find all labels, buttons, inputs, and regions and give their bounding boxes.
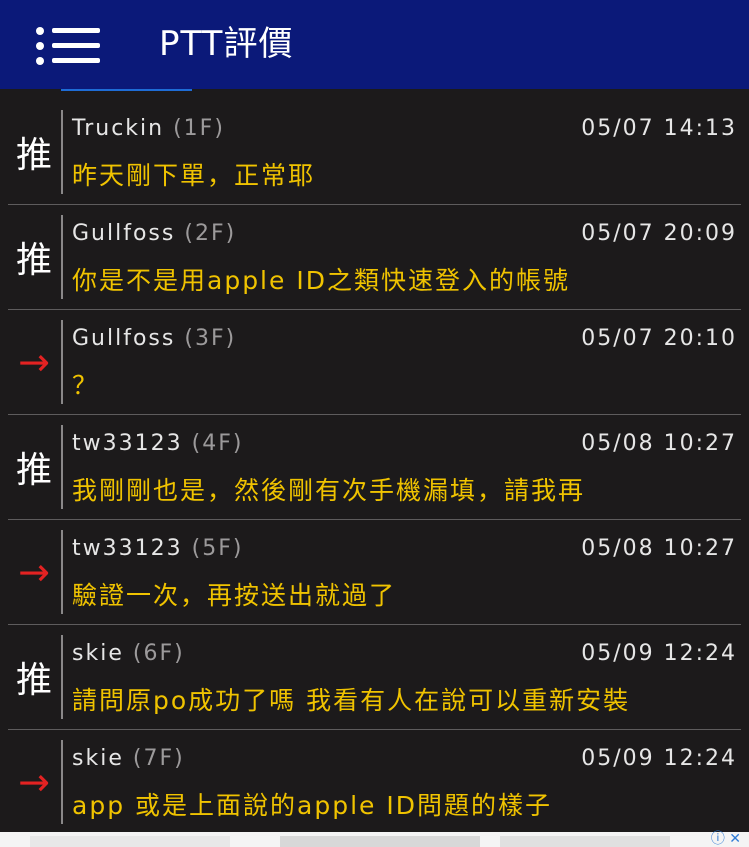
comment-time: 05/08 10:27: [581, 431, 737, 456]
comment-author[interactable]: Truckin (1F): [72, 116, 225, 141]
arrow-tag: →: [18, 340, 50, 384]
comment-time: 05/09 12:24: [581, 641, 737, 666]
comment-list: 推 Truckin (1F) 05/07 14:13 昨天剛下單，正常耶推 Gullfo…: [0, 100, 749, 835]
push-tag: 推: [15, 135, 52, 176]
push-tag: 推: [15, 240, 52, 281]
hamburger-menu-icon[interactable]: [36, 22, 104, 70]
arrow-tag: →: [18, 550, 50, 594]
floor-number: (7F): [132, 746, 185, 771]
ad-banner[interactable]: ⓘ ✕: [0, 832, 749, 847]
comment-time: 05/08 10:27: [581, 536, 737, 561]
comment-row: → tw33123 (5F) 05/08 10:27 驗證一次，再按送出就過了: [8, 520, 741, 625]
comment-content: 我剛剛也是，然後剛有次手機漏填，請我再: [72, 476, 586, 505]
ad-thumbnail[interactable]: [280, 836, 480, 847]
comment-row: 推 tw33123 (4F) 05/08 10:27 我剛剛也是，然後剛有次手機漏填，…: [8, 415, 741, 520]
comment-row: 推 skie (6F) 05/09 12:24 請問原po成功了嗎 我看有人在說可以重…: [8, 625, 741, 730]
comment-row: 推 Truckin (1F) 05/07 14:13 昨天剛下單，正常耶: [8, 100, 741, 205]
row-divider: [61, 530, 63, 614]
comment-author[interactable]: tw33123 (4F): [72, 431, 243, 456]
ad-thumbnail[interactable]: [500, 836, 670, 847]
row-divider: [61, 740, 63, 824]
floor-number: (3F): [184, 326, 237, 351]
comment-content: 請問原po成功了嗎 我看有人在說可以重新安裝: [72, 686, 631, 715]
floor-number: (4F): [191, 431, 244, 456]
comment-row: → skie (7F) 05/09 12:24 app 或是上面說的apple ID問…: [8, 730, 741, 835]
author-name[interactable]: Truckin: [72, 116, 164, 141]
comment-author[interactable]: Gullfoss (3F): [72, 326, 236, 351]
floor-number: (2F): [184, 221, 237, 246]
page-title: PTT評價: [159, 24, 294, 64]
comment-content: app 或是上面說的apple ID問題的樣子: [72, 791, 552, 820]
author-name[interactable]: skie: [72, 641, 124, 666]
author-name[interactable]: tw33123: [72, 536, 183, 561]
author-name[interactable]: skie: [72, 746, 124, 771]
row-divider: [61, 635, 63, 719]
floor-number: (5F): [191, 536, 244, 561]
ad-thumbnail[interactable]: [30, 836, 230, 847]
author-name[interactable]: Gullfoss: [72, 326, 175, 351]
close-icon[interactable]: ⓘ ✕: [711, 832, 741, 847]
author-name[interactable]: Gullfoss: [72, 221, 175, 246]
row-divider: [61, 215, 63, 299]
comment-content: 驗證一次，再按送出就過了: [72, 581, 397, 610]
floor-number: (1F): [173, 116, 225, 141]
comment-author[interactable]: Gullfoss (2F): [72, 221, 236, 246]
tab-indicator: [61, 89, 192, 91]
comment-row: 推 Gullfoss (2F) 05/07 20:09 你是不是用apple ID之類…: [8, 205, 741, 310]
comment-time: 05/07 20:09: [581, 221, 737, 246]
row-divider: [61, 110, 63, 194]
author-name[interactable]: tw33123: [72, 431, 183, 456]
comment-author[interactable]: tw33123 (5F): [72, 536, 243, 561]
push-tag: 推: [15, 660, 52, 701]
row-divider: [61, 320, 63, 404]
comment-time: 05/07 14:13: [581, 116, 737, 141]
comment-row: → Gullfoss (3F) 05/07 20:10 ？: [8, 310, 741, 415]
comment-time: 05/07 20:10: [581, 326, 737, 351]
comment-author[interactable]: skie (7F): [72, 746, 185, 771]
comment-content: 你是不是用apple ID之類快速登入的帳號: [72, 266, 570, 295]
row-divider: [61, 425, 63, 509]
arrow-tag: →: [18, 760, 50, 804]
floor-number: (6F): [132, 641, 185, 666]
push-tag: 推: [15, 450, 52, 491]
comment-author[interactable]: skie (6F): [72, 641, 185, 666]
comment-time: 05/09 12:24: [581, 746, 737, 771]
comment-content: ？: [72, 371, 100, 400]
app-header: PTT評價: [0, 0, 749, 89]
comment-content: 昨天剛下單，正常耶: [72, 161, 316, 190]
